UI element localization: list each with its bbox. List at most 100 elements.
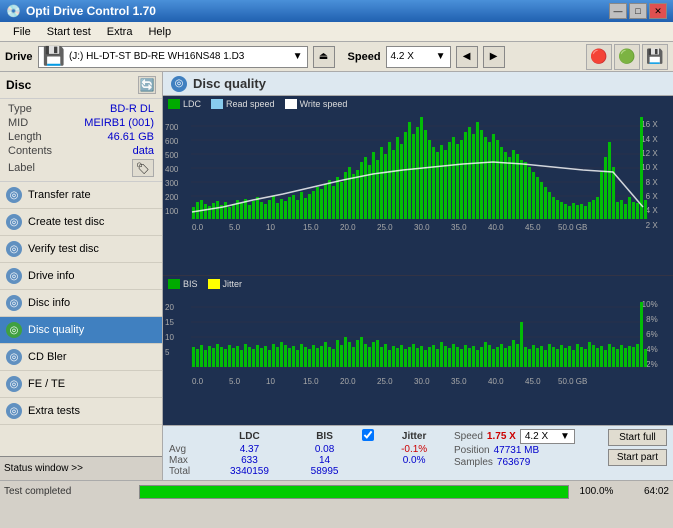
right-panel: ◎ Disc quality LDC Read speed: [163, 72, 673, 480]
charts-area: LDC Read speed Write speed: [163, 96, 673, 425]
drive-selector[interactable]: 💾 (J:) HL-DT-ST BD-RE WH16NS48 1.D3 ▼: [38, 46, 308, 68]
svg-text:50.0 GB: 50.0 GB: [558, 377, 587, 386]
svg-text:2 X: 2 X: [646, 221, 659, 230]
samples-value: 763679: [497, 457, 530, 468]
svg-text:50.0 GB: 50.0 GB: [558, 223, 587, 232]
svg-text:600: 600: [165, 137, 179, 146]
toolbar-green-button[interactable]: 🟢: [614, 44, 640, 70]
position-value: 47731 MB: [494, 445, 540, 456]
chart-title: Disc quality: [193, 76, 266, 91]
svg-text:10: 10: [266, 377, 275, 386]
speed-dropdown[interactable]: 4.2 X ▼: [520, 429, 575, 444]
svg-text:10 X: 10 X: [641, 163, 658, 172]
svg-text:5: 5: [165, 348, 170, 357]
sidebar-item-fe-te[interactable]: ◎ FE / TE: [0, 371, 162, 398]
bis-color-swatch: [168, 279, 180, 289]
eject-button[interactable]: ⏏: [313, 46, 335, 68]
svg-text:100: 100: [165, 207, 179, 216]
start-part-button[interactable]: Start part: [608, 449, 667, 466]
disc-quality-icon: ◎: [6, 322, 22, 338]
label-icon-button[interactable]: 🏷: [132, 159, 154, 177]
sidebar-item-label: Verify test disc: [28, 243, 99, 255]
speed-down-button[interactable]: ◀: [456, 46, 478, 68]
sidebar-item-drive-info[interactable]: ◎ Drive info: [0, 263, 162, 290]
sidebar-item-label: Disc info: [28, 297, 70, 309]
label-label: Label: [8, 162, 35, 174]
start-full-button[interactable]: Start full: [608, 429, 667, 446]
minimize-button[interactable]: —: [609, 3, 627, 19]
close-button[interactable]: ✕: [649, 3, 667, 19]
svg-text:0.0: 0.0: [192, 377, 204, 386]
svg-text:35.0: 35.0: [451, 223, 467, 232]
speed-stat-label: Speed: [454, 431, 483, 442]
total-ldc-value: 3340159: [212, 466, 287, 477]
svg-text:500: 500: [165, 151, 179, 160]
sidebar-item-label: Extra tests: [28, 405, 80, 417]
svg-text:16 X: 16 X: [641, 120, 658, 129]
svg-text:700: 700: [165, 123, 179, 132]
disc-refresh-button[interactable]: 🔄: [138, 76, 156, 94]
sidebar-item-transfer-rate[interactable]: ◎ Transfer rate: [0, 182, 162, 209]
speed-selector[interactable]: 4.2 X ▼: [386, 46, 451, 68]
svg-text:45.0: 45.0: [525, 223, 541, 232]
max-ldc-value: 633: [212, 455, 287, 466]
toolbar-save-button[interactable]: 💾: [642, 44, 668, 70]
disc-title: Disc: [6, 78, 31, 92]
status-window-label: Status window >>: [4, 463, 83, 474]
menu-start-test[interactable]: Start test: [39, 25, 99, 39]
mid-value: MEIRB1 (001): [84, 117, 154, 129]
svg-text:4%: 4%: [646, 345, 658, 354]
sidebar-item-label: Drive info: [28, 270, 74, 282]
ldc-legend: LDC Read speed Write speed: [163, 96, 673, 112]
action-buttons: Start full Start part: [603, 429, 667, 466]
sidebar-item-verify-test-disc[interactable]: ◎ Verify test disc: [0, 236, 162, 263]
read-speed-legend-label: Read speed: [226, 99, 275, 109]
stats-table: LDC BIS Jitter Avg 4.37 0.08 -0.1% Max: [169, 429, 449, 477]
speed-label: Speed: [348, 51, 381, 63]
svg-text:40.0: 40.0: [488, 223, 504, 232]
svg-text:400: 400: [165, 165, 179, 174]
disc-info-icon: ◎: [6, 295, 22, 311]
maximize-button[interactable]: □: [629, 3, 647, 19]
total-bis-value: 58995: [287, 466, 362, 477]
svg-text:20.0: 20.0: [340, 223, 356, 232]
menu-file[interactable]: File: [5, 25, 39, 39]
speed-stats: Speed 1.75 X 4.2 X ▼ Position 47731 MB S…: [454, 429, 575, 468]
sidebar-item-label: CD Bler: [28, 351, 67, 363]
speed-stat-value: 1.75 X: [487, 431, 516, 442]
menu-bar: File Start test Extra Help: [0, 22, 673, 42]
speed-up-button[interactable]: ▶: [483, 46, 505, 68]
length-label: Length: [8, 131, 42, 143]
sidebar-item-cd-bler[interactable]: ◎ CD Bler: [0, 344, 162, 371]
status-bar: Test completed 100.0% 64:02: [0, 480, 673, 502]
status-window-bar: Status window >>: [0, 456, 162, 480]
sidebar-item-label: Transfer rate: [28, 189, 91, 201]
sidebar-item-label: Create test disc: [28, 216, 104, 228]
svg-text:40.0: 40.0: [488, 377, 504, 386]
sidebar-item-extra-tests[interactable]: ◎ Extra tests: [0, 398, 162, 425]
svg-text:20: 20: [165, 303, 174, 312]
sidebar-item-disc-info[interactable]: ◎ Disc info: [0, 290, 162, 317]
svg-text:5.0: 5.0: [229, 223, 241, 232]
sidebar-item-disc-quality[interactable]: ◎ Disc quality: [0, 317, 162, 344]
position-label: Position: [454, 445, 490, 456]
menu-help[interactable]: Help: [140, 25, 179, 39]
jitter-checkbox[interactable]: [362, 429, 374, 441]
sidebar-item-create-test-disc[interactable]: ◎ Create test disc: [0, 209, 162, 236]
svg-text:10%: 10%: [642, 300, 658, 309]
menu-extra[interactable]: Extra: [99, 25, 141, 39]
max-jitter-value: 0.0%: [379, 455, 449, 466]
drive-bar: Drive 💾 (J:) HL-DT-ST BD-RE WH16NS48 1.D…: [0, 42, 673, 72]
type-value: BD-R DL: [110, 103, 154, 115]
bis-legend-label: BIS: [183, 279, 198, 289]
max-bis-value: 14: [287, 455, 362, 466]
read-speed-color-swatch: [211, 99, 223, 109]
chart-header: ◎ Disc quality: [163, 72, 673, 96]
jitter-col-header: Jitter: [379, 429, 449, 444]
svg-text:15.0: 15.0: [303, 223, 319, 232]
toolbar-red-button[interactable]: 🔴: [586, 44, 612, 70]
app-title: Opti Drive Control 1.70: [26, 4, 156, 18]
status-percent: 100.0%: [574, 486, 619, 497]
avg-bis-value: 0.08: [287, 444, 362, 455]
write-speed-legend-label: Write speed: [300, 99, 348, 109]
